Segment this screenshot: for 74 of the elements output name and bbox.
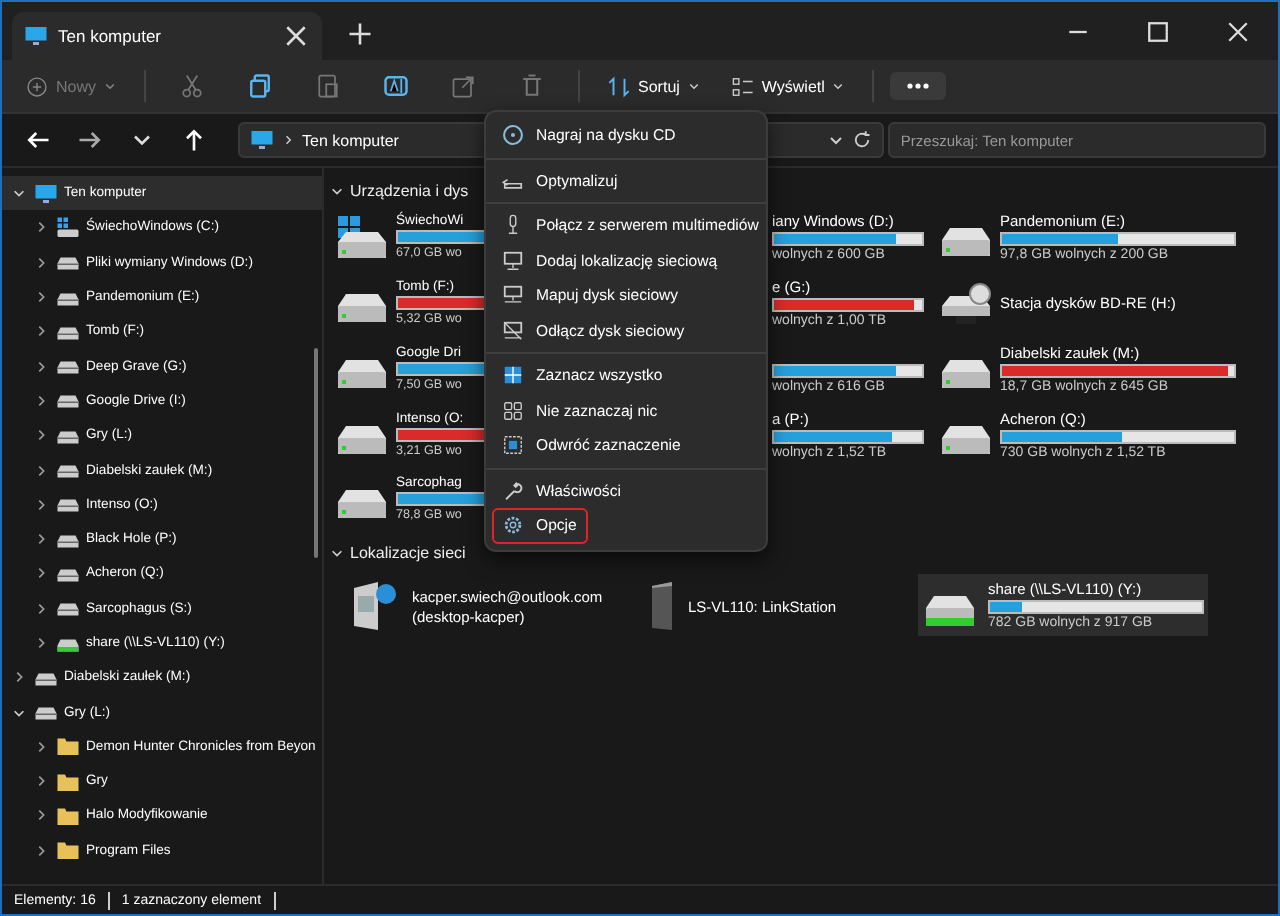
folder-icon [56,803,80,828]
monitor-icon [502,249,524,272]
nas-icon [648,580,676,632]
chevron-right-icon [282,134,294,146]
chevron-right-icon [33,220,47,235]
chevron-down-icon [828,132,845,148]
chevron-right-icon [33,843,47,858]
chevron-right-icon [33,290,47,305]
folder-icon [56,838,80,863]
chevron-down-icon [104,80,117,92]
invert-selection-icon [502,434,524,457]
share-icon[interactable] [450,72,479,100]
windows-drive-icon [56,215,80,240]
chevron-down-icon [330,184,344,198]
view-button[interactable]: Wyświetl [719,69,857,103]
chevron-down-icon [330,546,344,560]
cut-icon[interactable] [178,72,207,100]
chevron-right-icon [33,359,47,374]
chevron-right-icon [33,566,47,581]
chevron-right-icon [33,497,47,512]
copy-icon[interactable] [246,72,275,100]
chevron-right-icon [11,670,25,685]
section-header[interactable]: Lokalizacje sieci [330,538,466,568]
network-drive-icon [502,284,524,307]
add-tab-icon[interactable] [346,20,374,48]
chevron-down-icon [687,80,700,92]
scrollbar[interactable] [314,348,318,558]
up-arrow-icon[interactable] [180,126,208,154]
chevron-right-icon [33,428,47,443]
section-header[interactable]: Urządzenia i dys [330,176,469,206]
wrench-icon [502,479,524,502]
chevron-right-icon [33,393,47,408]
refresh-icon [852,130,873,150]
close-icon[interactable] [1224,18,1252,46]
select-all-icon [502,364,524,387]
computer-icon [24,24,48,48]
chevron-right-icon [33,601,47,616]
disc-drive-icon [940,281,992,325]
sort-arrows-icon [608,75,631,97]
disc-icon [502,124,524,147]
sort-button[interactable]: Sortuj [596,69,712,103]
chevron-right-icon [33,532,47,547]
chevron-right-icon [33,324,47,339]
computer-icon [34,181,58,206]
chevron-right-icon [33,463,47,478]
chevron-right-icon [33,739,47,754]
list-view-icon [731,75,754,97]
paste-icon[interactable] [314,72,343,100]
computer-share-icon [348,580,400,632]
more-dots-icon [906,82,931,90]
settings-icon [502,514,524,537]
chevron-right-icon [33,774,47,789]
chevron-down-icon [11,705,25,720]
folder-icon [56,734,80,759]
forward-arrow-icon[interactable] [76,126,104,154]
chevron-right-icon [33,255,47,270]
chevron-right-icon [33,636,47,650]
close-icon[interactable] [282,22,310,50]
trash-icon[interactable] [518,72,547,100]
maximize-icon[interactable] [1144,18,1172,46]
select-none-icon [502,399,524,422]
tab-title: Ten komputer [58,26,163,46]
rename-icon[interactable] [382,72,411,100]
disconnect-icon [502,319,524,342]
folder-icon [56,769,80,794]
back-arrow-icon[interactable] [24,126,52,154]
more-options-button[interactable] [890,72,947,100]
plus-circle-icon [26,75,48,97]
chevron-down-icon [832,80,845,92]
window-tab[interactable]: Ten komputer [12,12,322,60]
chevron-down-icon [11,186,25,201]
chevron-right-icon [33,808,47,823]
windows-drive-icon [336,215,388,259]
computer-icon [250,128,274,152]
